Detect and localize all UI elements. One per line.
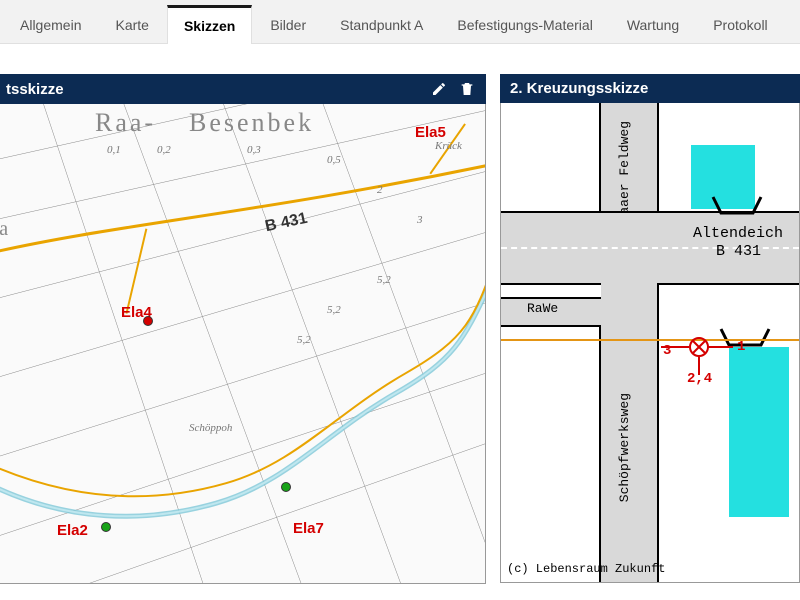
map-tick: 0,2 xyxy=(157,144,171,156)
panel-site-sketch: tsskizze xyxy=(0,74,486,584)
tab-label: Standpunkt A xyxy=(340,17,423,33)
map-tick: 5,2 xyxy=(377,274,391,286)
tab-label: Allgemein xyxy=(20,17,81,33)
marker-ela5[interactable]: Ela5 xyxy=(415,124,446,141)
tab-bar: Allgemein Karte Skizzen Bilder Standpunk… xyxy=(0,0,800,44)
map-node[interactable] xyxy=(101,522,111,532)
tab-material[interactable]: Befestigungs-Material xyxy=(441,4,608,43)
street-label: Raaer Feldweg xyxy=(617,121,632,222)
place-label: Krück xyxy=(435,140,462,152)
delete-icon[interactable] xyxy=(458,80,476,98)
curb xyxy=(657,103,659,213)
street-label: RaWe xyxy=(527,301,558,316)
marker-ela2[interactable]: Ela2 xyxy=(57,522,88,539)
map-tick: 5,2 xyxy=(327,304,341,316)
panel-header: 2. Kreuzungsskizze xyxy=(500,74,800,103)
tab-label: Bilder xyxy=(270,17,306,33)
annotation: 1 xyxy=(737,339,745,355)
street-label: Altendeich xyxy=(693,225,783,242)
panel-title: tsskizze xyxy=(6,81,430,98)
tab-label: Wartung xyxy=(627,17,679,33)
tab-label: Skizzen xyxy=(184,18,235,34)
curb xyxy=(599,325,601,582)
tab-skizzen[interactable]: Skizzen xyxy=(167,5,252,44)
annotation: 2,4 xyxy=(687,371,712,387)
panel-title: 2. Kreuzungsskizze xyxy=(510,80,790,97)
copyright: (c) Lebensraum Zukunft xyxy=(507,562,665,576)
map-tick: 2 xyxy=(377,184,383,196)
tab-wartung[interactable]: Wartung xyxy=(611,4,695,43)
panel-intersection-sketch: 2. Kreuzungsskizze Raaer Feldweg Altende… xyxy=(500,74,800,584)
intersection-sketch[interactable]: Raaer Feldweg Altendeich B 431 RaWe Schö… xyxy=(500,103,800,583)
topographic-map[interactable]: Raa- Besenbek Raa Krück Schöppoh B 431 0… xyxy=(0,104,486,584)
annotation: 3 xyxy=(663,343,671,359)
marker-ela7[interactable]: Ela7 xyxy=(293,520,324,537)
content-area: tsskizze xyxy=(0,44,800,584)
tab-bilder[interactable]: Bilder xyxy=(254,4,322,43)
map-tick: 0,5 xyxy=(327,154,341,166)
map-tick: 5,2 xyxy=(297,334,311,346)
street-ref: B 431 xyxy=(716,243,761,260)
place-label: Schöppoh xyxy=(189,422,232,434)
culvert-icon xyxy=(711,195,763,215)
tab-protokoll[interactable]: Protokoll xyxy=(697,4,783,43)
map-tick: 3 xyxy=(417,214,423,226)
street-label: Schöpfwerksweg xyxy=(617,393,632,502)
tab-label: Befestigungs-Material xyxy=(457,17,592,33)
tab-standpunkt[interactable]: Standpunkt A xyxy=(324,4,439,43)
curb xyxy=(599,103,601,213)
survey-line xyxy=(501,339,800,341)
edit-icon[interactable] xyxy=(430,80,448,98)
map-tick: 0,1 xyxy=(107,144,121,156)
curb xyxy=(657,283,659,582)
tab-allgemein[interactable]: Allgemein xyxy=(4,4,97,43)
map-tick: 0,3 xyxy=(247,144,261,156)
panel-header: tsskizze xyxy=(0,74,486,104)
tab-label: Protokoll xyxy=(713,17,767,33)
tab-label: Karte xyxy=(115,17,148,33)
place-label: Raa- xyxy=(95,108,156,138)
panel-actions xyxy=(430,80,476,98)
place-label: Besenbek xyxy=(189,108,314,138)
tab-karte[interactable]: Karte xyxy=(99,4,164,43)
map-node[interactable] xyxy=(143,316,153,326)
place-label: Raa xyxy=(0,218,11,241)
map-node[interactable] xyxy=(281,482,291,492)
